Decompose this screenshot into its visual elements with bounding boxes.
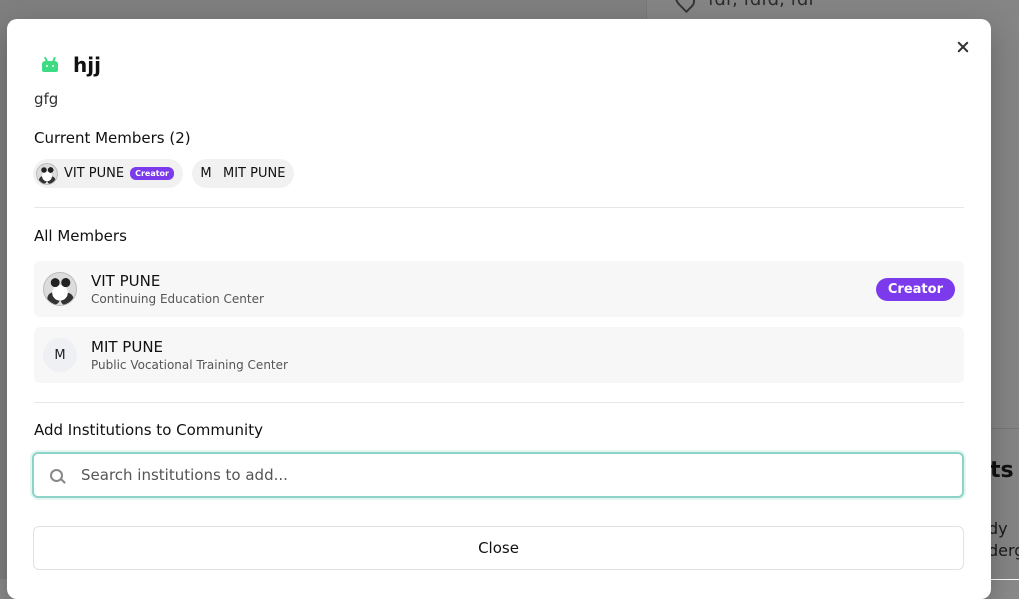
member-chip: VIT PUNE Creator (33, 159, 183, 188)
member-name: MIT PUNE (91, 337, 164, 356)
community-title: hjj (73, 53, 101, 77)
member-row: VIT PUNE Continuing Education Center Cre… (34, 261, 964, 317)
avatar (43, 272, 77, 306)
member-type: Public Vocational Training Center (91, 357, 288, 372)
add-institutions-label: Add Institutions to Community (34, 421, 263, 439)
android-icon (41, 56, 59, 74)
avatar-initial: M (43, 338, 77, 372)
avatar (36, 162, 58, 185)
community-description: gfg (34, 90, 59, 108)
member-name: VIT PUNE (91, 271, 161, 290)
member-type: Continuing Education Center (91, 291, 264, 306)
divider (34, 402, 964, 403)
community-modal: hjj gfg Current Members (2) VIT PUNE Cre… (7, 19, 991, 599)
current-members-list: VIT PUNE Creator M MIT PUNE (33, 159, 295, 188)
member-chip: M MIT PUNE (192, 159, 295, 188)
avatar-initial: M (200, 166, 212, 181)
close-button[interactable]: Close (33, 526, 964, 570)
search-icon (50, 468, 63, 482)
divider (34, 207, 964, 208)
creator-badge: Creator (130, 167, 174, 180)
member-row: M MIT PUNE Public Vocational Training Ce… (34, 327, 964, 383)
modal-header: hjj (41, 53, 101, 77)
close-icon[interactable] (953, 37, 973, 57)
member-chip-name: VIT PUNE (64, 166, 125, 181)
creator-badge: Creator (875, 277, 955, 301)
current-members-label: Current Members (2) (34, 129, 191, 147)
member-chip-name: MIT PUNE (223, 166, 286, 181)
all-members-label: All Members (34, 227, 127, 245)
search-input[interactable] (79, 465, 933, 485)
search-field[interactable] (32, 452, 964, 498)
